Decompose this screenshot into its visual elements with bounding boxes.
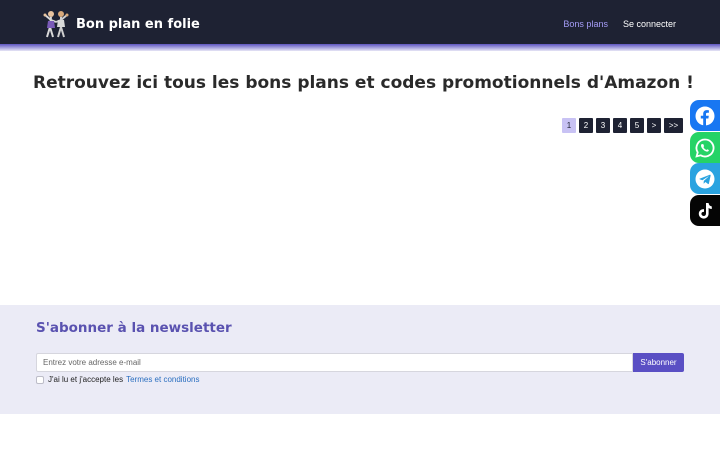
consent-checkbox[interactable]	[36, 375, 44, 384]
consent-row: J'ai lu et j'accepte les Termes et condi…	[36, 375, 199, 384]
page-button-1[interactable]: 1	[562, 118, 576, 133]
telegram-icon	[695, 169, 715, 189]
whatsapp-icon	[695, 138, 715, 158]
tiktok-icon	[695, 201, 715, 221]
navbar: Bon plan en folie Bons plans Se connecte…	[0, 0, 720, 44]
nav-link-se-connecter[interactable]: Se connecter	[623, 19, 676, 29]
page-button-3[interactable]: 3	[596, 118, 610, 133]
nav-link-bons-plans[interactable]: Bons plans	[563, 19, 608, 29]
facebook-share-button[interactable]	[690, 100, 720, 131]
terms-link[interactable]: Termes et conditions	[126, 375, 199, 384]
next-page-button[interactable]: >	[647, 118, 661, 133]
dancing-couple-logo-icon	[42, 9, 70, 39]
last-page-button[interactable]: >>	[664, 118, 683, 133]
newsletter-title: S'abonner à la newsletter	[36, 320, 232, 336]
page-button-5[interactable]: 5	[630, 118, 644, 133]
telegram-share-button[interactable]	[690, 163, 720, 194]
subscribe-button[interactable]: S'abonner	[633, 353, 684, 372]
page-button-4[interactable]: 4	[613, 118, 627, 133]
tiktok-share-button[interactable]	[690, 195, 720, 226]
newsletter-section: S'abonner à la newsletter S'abonner J'ai…	[0, 305, 720, 414]
navbar-shadow	[0, 44, 720, 51]
page-button-2[interactable]: 2	[579, 118, 593, 133]
brand-name[interactable]: Bon plan en folie	[76, 17, 200, 32]
pagination: 1 2 3 4 5 > >>	[562, 118, 683, 133]
nav-links: Bons plans Se connecter	[563, 19, 676, 29]
facebook-icon	[695, 106, 715, 126]
consent-label: J'ai lu et j'accepte les	[48, 375, 124, 384]
brand[interactable]: Bon plan en folie	[42, 9, 200, 39]
page-title: Retrouvez ici tous les bons plans et cod…	[33, 73, 694, 93]
whatsapp-share-button[interactable]	[690, 132, 720, 163]
email-input[interactable]	[36, 353, 633, 372]
